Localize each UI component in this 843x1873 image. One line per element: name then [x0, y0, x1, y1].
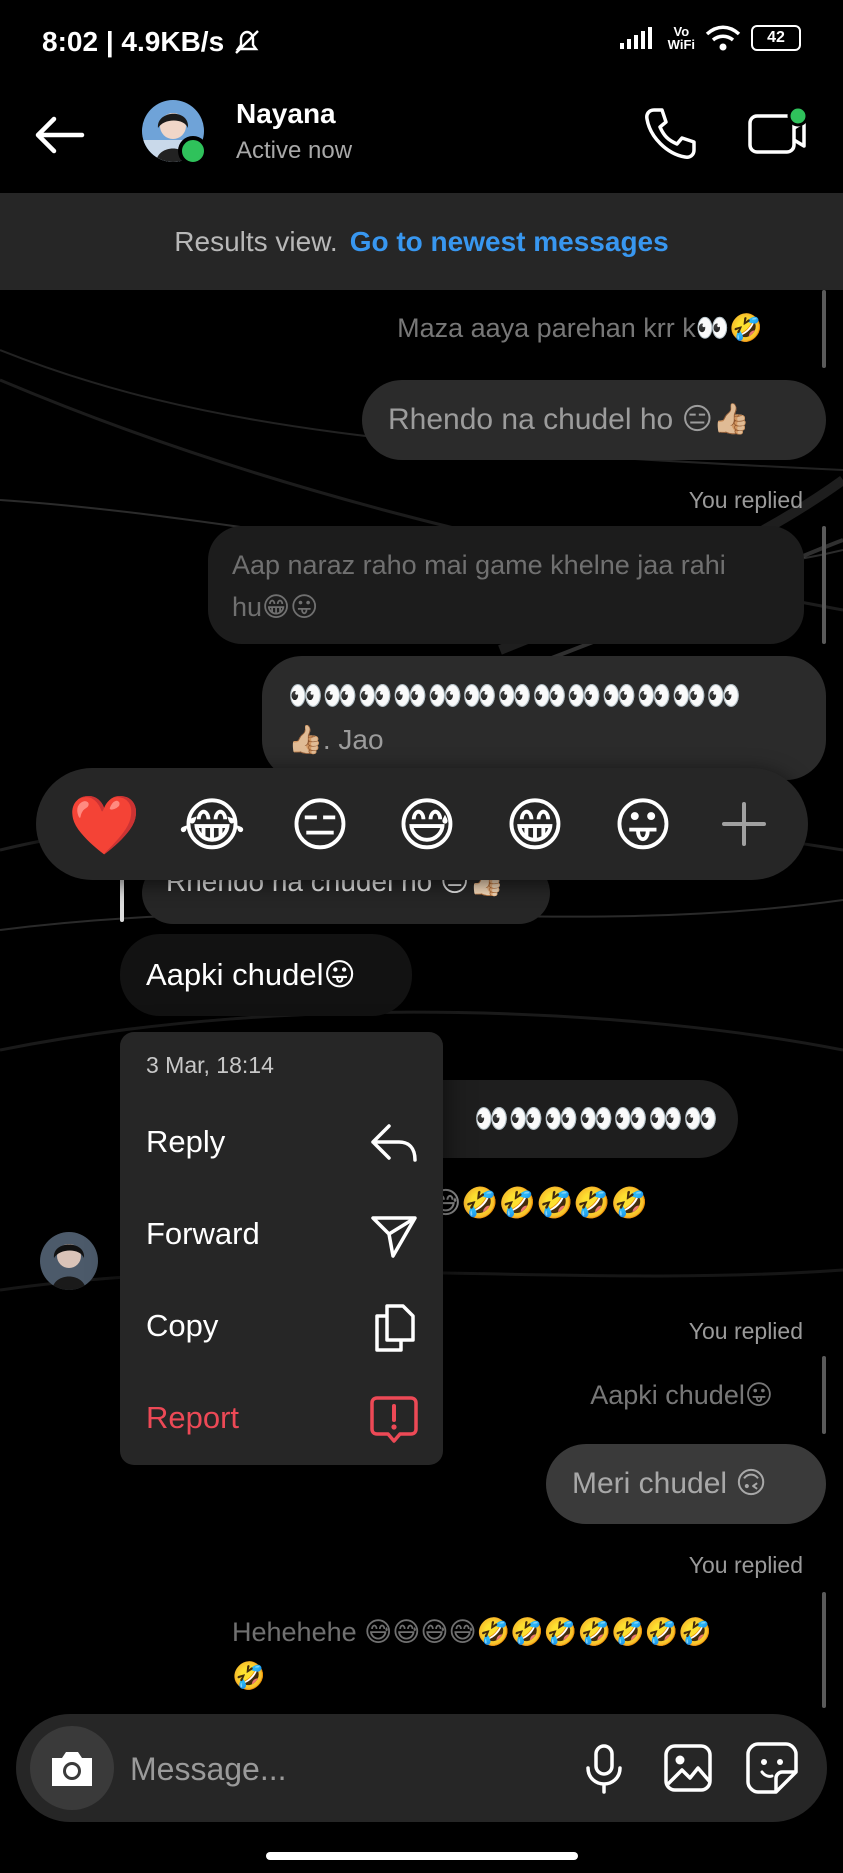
you-replied-label: You replied	[688, 1552, 803, 1578]
reaction-heart[interactable]: ❤️	[68, 790, 140, 862]
reaction-grin[interactable]: 😁	[499, 790, 571, 862]
you-replied-label: You replied	[688, 1318, 803, 1344]
back-arrow-icon[interactable]	[30, 110, 90, 160]
reaction-bar: ❤️ 😂 😑 😅 😁 😛	[36, 768, 808, 880]
contact-avatar[interactable]	[142, 100, 208, 166]
online-indicator	[178, 136, 208, 166]
menu-item-label: Forward	[146, 1216, 260, 1251]
microphone-icon[interactable]	[574, 1738, 634, 1798]
status-icons: Vo WiFi 42	[618, 24, 801, 52]
menu-item-label: Report	[146, 1400, 240, 1435]
quoted-message: Hehehehe 😅😅😅😅🤣🤣🤣🤣🤣🤣🤣 🤣	[232, 1617, 713, 1691]
message-text: Aapki chudel😛	[146, 957, 356, 992]
message-text: Meri chudel 🙃	[572, 1467, 767, 1500]
contact-name[interactable]: Nayana	[236, 98, 336, 130]
results-view-banner: Results view. Go to newest messages	[0, 193, 843, 290]
mute-notifications-icon	[235, 30, 259, 54]
reply-indicator-bar	[822, 290, 826, 368]
sent-message-bubble[interactable]: Rhendo na chudel ho 😑👍🏼	[362, 380, 826, 460]
reply-icon	[371, 1124, 417, 1162]
contact-status: Active now	[236, 137, 353, 164]
camera-button[interactable]	[30, 1726, 114, 1810]
sticker-icon[interactable]	[742, 1738, 802, 1798]
report-icon	[370, 1396, 418, 1443]
menu-item-reply[interactable]: Reply	[120, 1098, 443, 1190]
quoted-message: Aapki chudel😛	[590, 1380, 773, 1410]
banner-text: Results view.	[174, 225, 338, 257]
message-context-menu: 3 Mar, 18:14 Reply Forward Copy Report	[120, 1032, 443, 1465]
more-reactions-plus-icon[interactable]	[718, 798, 770, 850]
sender-avatar[interactable]	[40, 1232, 98, 1290]
send-icon	[371, 1216, 417, 1258]
reaction-sweat-smile[interactable]: 😅	[391, 790, 463, 862]
phone-call-icon[interactable]	[640, 104, 700, 164]
menu-item-copy[interactable]: Copy	[120, 1282, 443, 1374]
home-indicator[interactable]	[266, 1852, 578, 1860]
menu-item-report[interactable]: Report	[120, 1374, 443, 1466]
quoted-message: Aap naraz raho mai game khelne jaa rahi …	[208, 526, 804, 644]
battery-indicator: 42	[751, 25, 801, 51]
wifi-icon	[705, 25, 741, 51]
reply-indicator-bar	[822, 1592, 826, 1708]
message-text: Rhendo na chudel ho 😑👍🏼	[388, 403, 751, 436]
gallery-icon[interactable]	[658, 1738, 718, 1798]
quoted-message: Maza aaya parehan krr k👀🤣	[397, 313, 763, 343]
menu-item-forward[interactable]: Forward	[120, 1190, 443, 1282]
message-text: 😅🤣🤣🤣🤣🤣	[430, 1187, 649, 1220]
video-call-icon[interactable]	[744, 104, 810, 164]
copy-icon	[375, 1304, 415, 1352]
message-input[interactable]	[128, 1742, 552, 1796]
camera-icon	[52, 1752, 92, 1786]
signal-icon	[619, 27, 652, 49]
sent-message-bubble[interactable]: 👀👀👀👀👀👀👀👀👀👀👀👀👀 👍🏼. Jao	[262, 656, 826, 780]
go-to-newest-link[interactable]: Go to newest messages	[350, 226, 669, 258]
vowifi-label: Vo WiFi	[667, 24, 695, 52]
message-composer	[16, 1714, 827, 1822]
you-replied-label: You replied	[688, 487, 803, 513]
reaction-joy[interactable]: 😂	[176, 790, 248, 862]
menu-item-label: Copy	[146, 1308, 219, 1343]
received-message-bubble[interactable]: Aapki chudel😛	[120, 934, 412, 1016]
reply-indicator-bar	[822, 1356, 826, 1434]
menu-item-label: Reply	[146, 1124, 226, 1159]
reply-indicator-bar	[822, 526, 826, 644]
reaction-expressionless[interactable]: 😑	[284, 790, 356, 862]
sent-message-bubble[interactable]: Meri chudel 🙃	[546, 1444, 826, 1524]
status-time: 8:02 | 4.9KB/s	[42, 26, 262, 58]
reaction-tongue[interactable]: 😛	[607, 790, 679, 862]
message-timestamp: 3 Mar, 18:14	[146, 1052, 274, 1078]
